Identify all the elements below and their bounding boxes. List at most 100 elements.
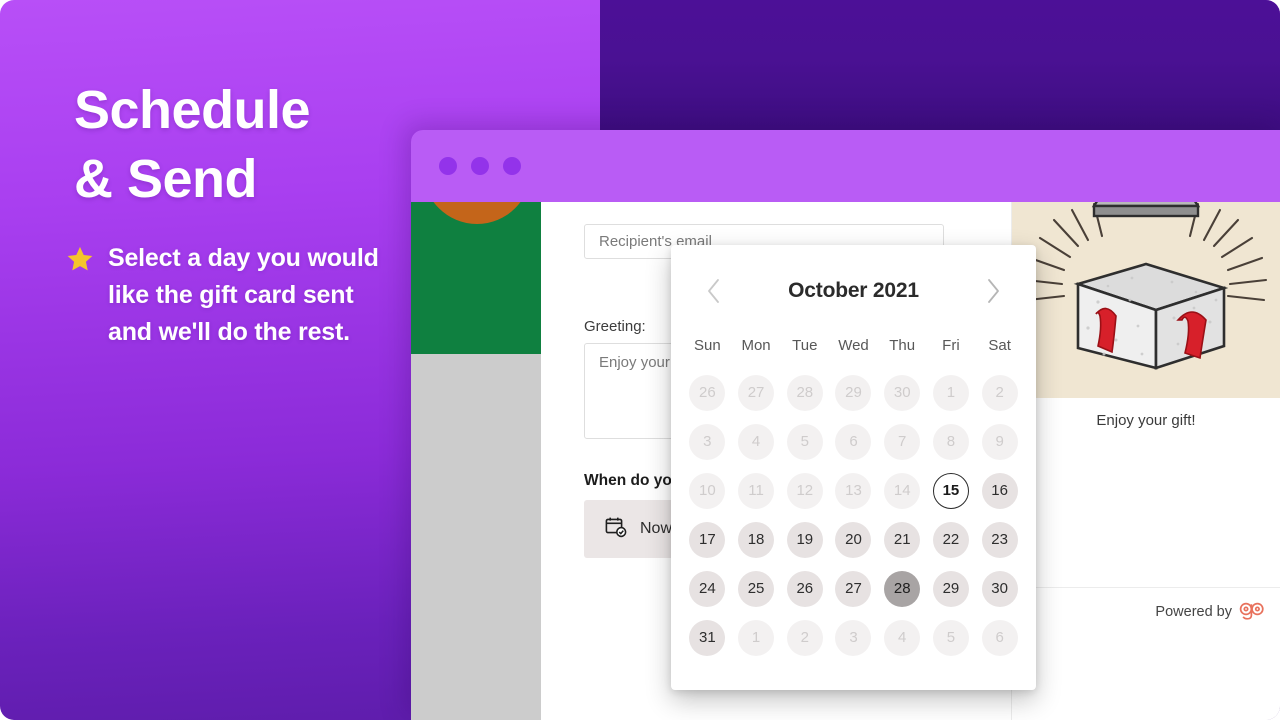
calendar-grid: 26 27 28 29 30 1 2 3 4 5 6 7 8 9 10 11 12 13 14 15 16 17 18 19 2…	[671, 368, 1036, 662]
calendar-day-cell: 5	[927, 613, 976, 662]
weekday-mon: Mon	[741, 337, 771, 354]
calendar-day-3: 3	[835, 619, 872, 656]
send-now-label: Now	[640, 520, 673, 537]
calendar-day-cell: 27	[732, 368, 781, 417]
star-icon	[66, 245, 94, 278]
calendar-day-cell: 6	[829, 417, 878, 466]
calendar-day-18[interactable]: 18	[738, 521, 775, 558]
calendar-day-20[interactable]: 20	[835, 521, 872, 558]
gift-card-thumbnail[interactable]	[411, 202, 541, 354]
calendar-day-cell: 28	[780, 368, 829, 417]
powered-by-label: Powered by	[1155, 604, 1232, 620]
chevron-right-icon[interactable]	[978, 276, 1008, 306]
calendar-day-28[interactable]: 28	[884, 570, 921, 607]
calendar-day-cell: 14	[878, 466, 927, 515]
calendar-day-cell: 6	[975, 613, 1024, 662]
headline-line-1: Schedule	[74, 80, 311, 140]
calendar-header: October 2021	[671, 245, 1036, 337]
calendar-weekday-header: Sun Mon Tue Wed Thu Fri Sat	[671, 337, 1036, 354]
go-logo[interactable]	[1238, 600, 1264, 624]
calendar-day-cell[interactable]: 29	[927, 564, 976, 613]
powered-by: Powered by	[1155, 600, 1264, 624]
calendar-day-cell: 10	[683, 466, 732, 515]
calendar-day-29[interactable]: 29	[932, 570, 969, 607]
calendar-day-12: 12	[786, 472, 823, 509]
calendar-day-17[interactable]: 17	[689, 521, 726, 558]
calendar-day-cell[interactable]: 19	[780, 515, 829, 564]
calendar-day-cell: 8	[927, 417, 976, 466]
promo-bullet: Select a day you would like the gift car…	[66, 240, 396, 351]
weekday-wed: Wed	[838, 337, 869, 354]
calendar-day-11: 11	[738, 472, 775, 509]
calendar-day-30[interactable]: 30	[981, 570, 1018, 607]
promo-screenshot: Schedule & Send Select a day you would l…	[0, 0, 1280, 720]
calendar-day-cell: 30	[878, 368, 927, 417]
preview-caption: Enjoy your gift!	[1096, 412, 1196, 429]
calendar-day-27[interactable]: 27	[835, 570, 872, 607]
calendar-day-22[interactable]: 22	[932, 521, 969, 558]
calendar-day-21[interactable]: 21	[884, 521, 921, 558]
calendar-day-6: 6	[835, 423, 872, 460]
calendar-day-cell[interactable]: 27	[829, 564, 878, 613]
calendar-day-23[interactable]: 23	[981, 521, 1018, 558]
calendar-day-5: 5	[786, 423, 823, 460]
calendar-day-cell: 1	[732, 613, 781, 662]
calendar-day-16[interactable]: 16	[981, 472, 1018, 509]
calendar-day-cell[interactable]: 30	[975, 564, 1024, 613]
calendar-day-cell[interactable]: 31	[683, 613, 732, 662]
calendar-day-cell: 5	[780, 417, 829, 466]
calendar-week-row: 24 25 26 27 28 29 30	[671, 564, 1036, 613]
calendar-day-cell[interactable]: 21	[878, 515, 927, 564]
calendar-week-row: 10 11 12 13 14 15 16	[671, 466, 1036, 515]
calendar-day-cell[interactable]: 18	[732, 515, 781, 564]
gift-preview-pane: Enjoy your gift! Powered by	[1011, 202, 1280, 720]
calendar-day-cell: 2	[975, 368, 1024, 417]
calendar-day-cell: 13	[829, 466, 878, 515]
calendar-day-cell[interactable]: 22	[927, 515, 976, 564]
weekday-fri: Fri	[942, 337, 960, 354]
calendar-day-19[interactable]: 19	[786, 521, 823, 558]
window-dot-maximize[interactable]	[503, 157, 521, 175]
calendar-day-cell[interactable]: 26	[780, 564, 829, 613]
calendar-day-cell[interactable]: 24	[683, 564, 732, 613]
calendar-day-cell: 3	[683, 417, 732, 466]
calendar-day-cell[interactable]: 25	[732, 564, 781, 613]
calendar-day-cell: 12	[780, 466, 829, 515]
calendar-day-cell: 4	[732, 417, 781, 466]
calendar-day-26[interactable]: 26	[786, 570, 823, 607]
window-dot-close[interactable]	[439, 157, 457, 175]
weekday-tue: Tue	[792, 337, 818, 354]
calendar-day-31[interactable]: 31	[689, 619, 726, 656]
preview-divider	[1012, 587, 1280, 588]
calendar-day-cell: 4	[878, 613, 927, 662]
calendar-day-cell[interactable]: 17	[683, 515, 732, 564]
calendar-week-row: 3456789	[671, 417, 1036, 466]
weekday-sun: Sun	[694, 337, 721, 354]
calendar-day-14: 14	[884, 472, 921, 509]
calendar-day-9: 9	[981, 423, 1018, 460]
calendar-week-row: 17 18 19 20 21 22 23	[671, 515, 1036, 564]
calendar-day-cell: 11	[732, 466, 781, 515]
weekday-sat: Sat	[988, 337, 1011, 354]
calendar-day-cell[interactable]: 16	[975, 466, 1024, 515]
calendar-day-25[interactable]: 25	[738, 570, 775, 607]
calendar-day-7: 7	[884, 423, 921, 460]
calendar-month-title: October 2021	[788, 279, 919, 302]
calendar-day-cell: 7	[878, 417, 927, 466]
calendar-day-1: 1	[932, 374, 969, 411]
calendar-day-cell[interactable]: 28	[878, 564, 927, 613]
chevron-left-icon[interactable]	[699, 276, 729, 306]
date-picker-popover: October 2021 Sun Mon Tue Wed Thu Fri Sat…	[671, 245, 1036, 690]
window-dot-minimize[interactable]	[471, 157, 489, 175]
calendar-day-cell[interactable]: 15	[927, 466, 976, 515]
calendar-day-cell[interactable]: 23	[975, 515, 1024, 564]
calendar-day-2: 2	[981, 374, 1018, 411]
calendar-day-29: 29	[835, 374, 872, 411]
calendar-day-15[interactable]: 15	[932, 472, 969, 509]
calendar-day-cell[interactable]: 20	[829, 515, 878, 564]
calendar-day-27: 27	[738, 374, 775, 411]
calendar-day-6: 6	[981, 619, 1018, 656]
calendar-day-cell: 9	[975, 417, 1024, 466]
calendar-day-8: 8	[932, 423, 969, 460]
calendar-day-24[interactable]: 24	[689, 570, 726, 607]
